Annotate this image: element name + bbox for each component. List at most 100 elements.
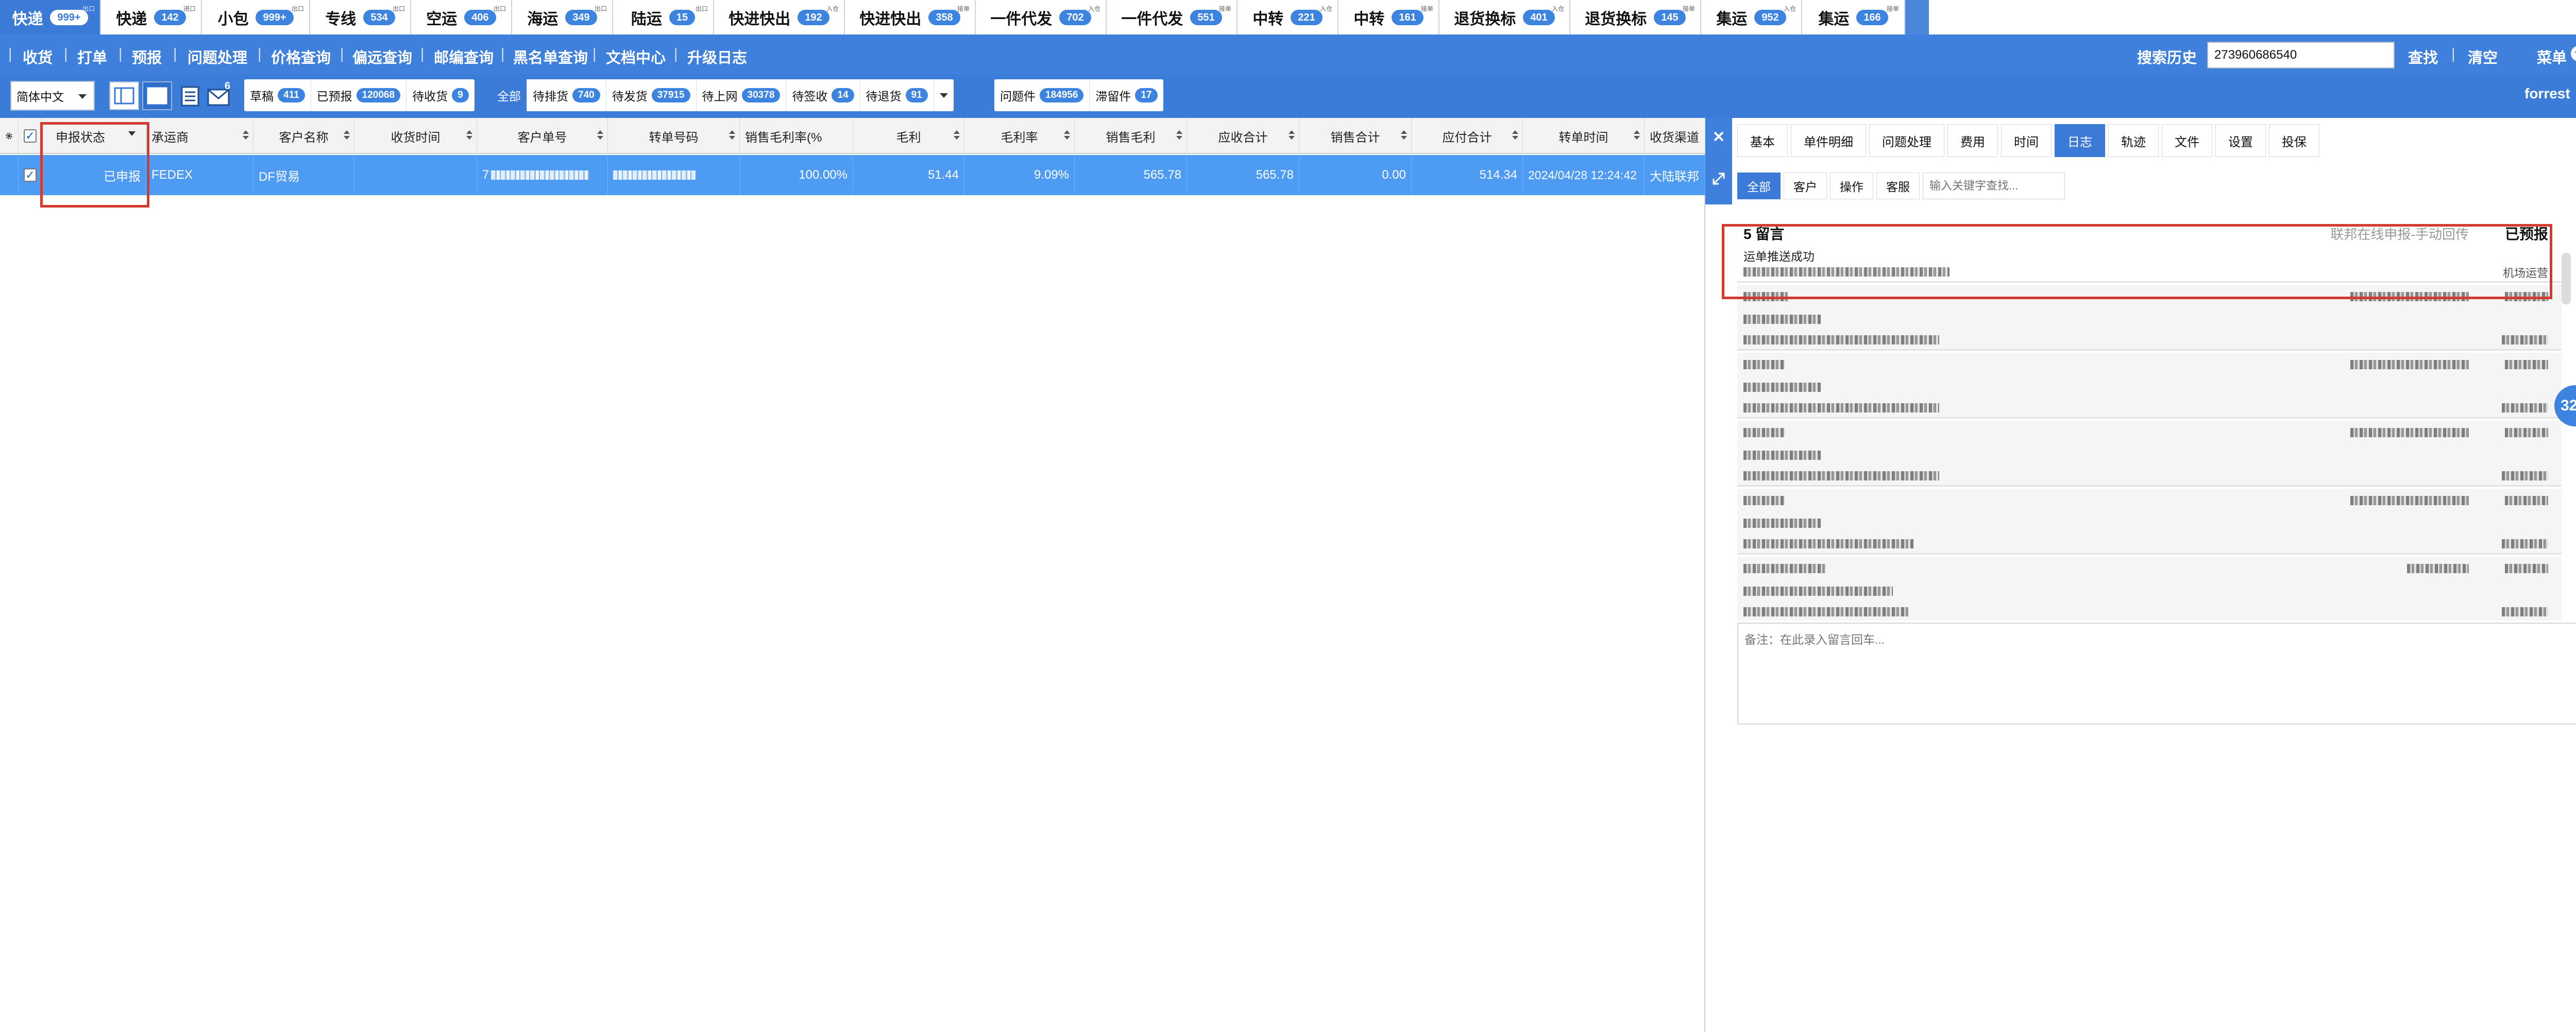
log-keyword-input[interactable]: [1923, 173, 2065, 199]
tab-insurance[interactable]: 投保: [2269, 124, 2319, 157]
col-customer-no[interactable]: 客户单号: [477, 118, 608, 154]
tab-settings[interactable]: 设置: [2215, 124, 2266, 157]
status-awaiting-return[interactable]: 待退货 91: [860, 79, 934, 111]
tab-fees[interactable]: 费用: [1947, 124, 1998, 157]
search-input[interactable]: [2207, 42, 2395, 68]
clear-button[interactable]: 清空: [2468, 46, 2498, 67]
log-entry[interactable]: [1737, 489, 2562, 555]
column-menu-caret-icon[interactable]: [128, 131, 135, 136]
tab-transit-order[interactable]: 中转 161 接单: [1338, 0, 1439, 35]
status-awaiting-receipt[interactable]: 待收货 9: [406, 79, 474, 111]
col-sales-total[interactable]: 销售合计: [1299, 118, 1412, 154]
tab-piece-details[interactable]: 单件明细: [1791, 124, 1866, 157]
log-entry[interactable]: [1737, 421, 2562, 487]
log-entry[interactable]: [1737, 285, 2562, 351]
filter-customer[interactable]: 客户: [1784, 173, 1827, 199]
nav-item-remote-query[interactable]: 偏远查询: [352, 46, 412, 67]
tab-sea-freight[interactable]: 海运 349 出口: [512, 0, 613, 35]
menu-button[interactable]: 菜单: [2537, 46, 2567, 67]
row-checkbox[interactable]: ✓: [19, 155, 42, 195]
table-list-icon[interactable]: [180, 85, 200, 110]
status-detained[interactable]: 滞留件 17: [1090, 79, 1163, 111]
log-entry[interactable]: [1737, 557, 2562, 621]
nav-item-upgrade-log[interactable]: 升级日志: [687, 46, 747, 67]
column-header-label: 转单时间: [1558, 130, 1608, 145]
tab-fast-in-out-warehouse[interactable]: 快进快出 192 入仓: [714, 0, 845, 35]
col-transfer-time[interactable]: 转单时间: [1523, 118, 1645, 154]
col-payable-total[interactable]: 应付合计: [1412, 118, 1523, 154]
search-history-link[interactable]: 搜索历史: [2137, 46, 2197, 67]
status-awaiting-online[interactable]: 待上网 30378: [697, 79, 787, 111]
user-name[interactable]: forrest: [2524, 85, 2570, 102]
status-forecasted[interactable]: 已预报 120068: [311, 79, 407, 111]
tab-small-parcel[interactable]: 小包 999+ 出口: [202, 0, 310, 35]
nav-item-issues[interactable]: 问题处理: [188, 46, 247, 67]
tab-land-freight[interactable]: 陆运 15 出口: [613, 0, 714, 35]
layout-full-button[interactable]: [142, 81, 172, 110]
col-customer-name[interactable]: 客户名称: [253, 118, 354, 154]
remark-input[interactable]: [1737, 623, 2576, 725]
tab-fast-in-out-order[interactable]: 快进快出 358 接单: [845, 0, 976, 35]
select-all-checkbox[interactable]: ✓: [19, 118, 42, 154]
tab-express-export[interactable]: 快递 999+ 出口: [0, 0, 101, 35]
col-receivable-total[interactable]: 应收合计: [1187, 118, 1299, 154]
layout-split-button[interactable]: [109, 81, 139, 110]
tab-transit-warehouse[interactable]: 中转 221 入仓: [1238, 0, 1338, 35]
tab-tracking[interactable]: 轨迹: [2108, 124, 2159, 157]
language-select[interactable]: 简体中文: [10, 81, 95, 111]
tab-return-relabel-warehouse[interactable]: 退货换标 401 入仓: [1439, 0, 1570, 35]
nav-item-price-query[interactable]: 价格查询: [271, 46, 331, 67]
nav-item-forecast[interactable]: 预报: [132, 46, 162, 67]
nav-item-postcode-query[interactable]: 邮编查询: [434, 46, 494, 67]
table-settings-button[interactable]: [0, 118, 19, 154]
cell-receivable-total: 565.78: [1187, 155, 1299, 195]
nav-item-blacklist-query[interactable]: 黑名单查询: [513, 46, 588, 67]
status-draft[interactable]: 草稿 411: [244, 79, 311, 111]
nav-item-receive[interactable]: 收货: [23, 46, 53, 67]
table-row[interactable]: ✓ 已申报 FEDEX DF贸易 7 100.00% 51.44 9.09% 5…: [0, 155, 1705, 195]
menu-chevron-down-icon[interactable]: [2570, 45, 2576, 62]
tab-consolidation-order[interactable]: 集运 166 接单: [1802, 0, 1905, 35]
tab-time[interactable]: 时间: [2001, 124, 2052, 157]
status-more-dropdown[interactable]: [934, 79, 954, 111]
tab-dropship-warehouse[interactable]: 一件代发 702 入仓: [976, 0, 1107, 35]
status-problem[interactable]: 问题件 184956: [994, 79, 1090, 111]
expand-panel-icon[interactable]: [1711, 171, 1726, 188]
tab-issue-handling[interactable]: 问题处理: [1869, 124, 1944, 157]
filter-service[interactable]: 客服: [1876, 173, 1920, 199]
status-label: 待发货: [612, 90, 648, 103]
col-declare-status[interactable]: 申报状态: [42, 118, 146, 154]
filter-operation[interactable]: 操作: [1830, 173, 1873, 199]
close-panel-icon[interactable]: [1711, 129, 1726, 146]
tab-files[interactable]: 文件: [2162, 124, 2212, 157]
mail-button[interactable]: 6: [207, 80, 238, 108]
col-carrier[interactable]: 承运商: [146, 118, 253, 154]
col-profit[interactable]: 毛利: [853, 118, 964, 154]
col-receive-channel[interactable]: 收货渠道: [1645, 118, 1705, 154]
col-profit-rate[interactable]: 毛利率: [964, 118, 1075, 154]
tab-express-import[interactable]: 快递 142 进口: [101, 0, 202, 35]
status-awaiting-sign[interactable]: 待签收 14: [786, 79, 860, 111]
tab-return-relabel-order[interactable]: 退货换标 145 接单: [1570, 0, 1701, 35]
tab-log[interactable]: 日志: [2055, 124, 2105, 157]
tab-consolidation-warehouse[interactable]: 集运 952 入仓: [1701, 0, 1802, 35]
nav-item-print[interactable]: 打单: [77, 46, 107, 67]
tab-basic[interactable]: 基本: [1737, 124, 1788, 157]
status-awaiting-arrange[interactable]: 待排货 740: [527, 79, 606, 111]
log-entry[interactable]: 5 留言 联邦在线申报-手动回传 已预报 运单推送成功 机场运营: [1737, 217, 2562, 283]
log-scrollbar[interactable]: [2562, 253, 2571, 304]
status-all[interactable]: 全部: [492, 79, 527, 111]
col-transfer-no[interactable]: 转单号码: [608, 118, 740, 154]
col-sales-margin-rate[interactable]: 销售毛利率(%: [740, 118, 853, 154]
status-awaiting-ship[interactable]: 待发货 37915: [606, 79, 697, 111]
filter-all[interactable]: 全部: [1737, 173, 1781, 199]
find-button[interactable]: 查找: [2408, 46, 2438, 67]
log-entry[interactable]: [1737, 353, 2562, 419]
tab-air-freight[interactable]: 空运 406 出口: [411, 0, 512, 35]
col-sales-profit[interactable]: 销售毛利: [1075, 118, 1187, 154]
column-header-label: 销售毛利: [1106, 130, 1156, 145]
col-receive-time[interactable]: 收货时间: [354, 118, 477, 154]
tab-dedicated-line[interactable]: 专线 534 出口: [310, 0, 411, 35]
nav-item-doc-center[interactable]: 文档中心: [606, 46, 666, 67]
tab-dropship-order[interactable]: 一件代发 551 接单: [1107, 0, 1238, 35]
